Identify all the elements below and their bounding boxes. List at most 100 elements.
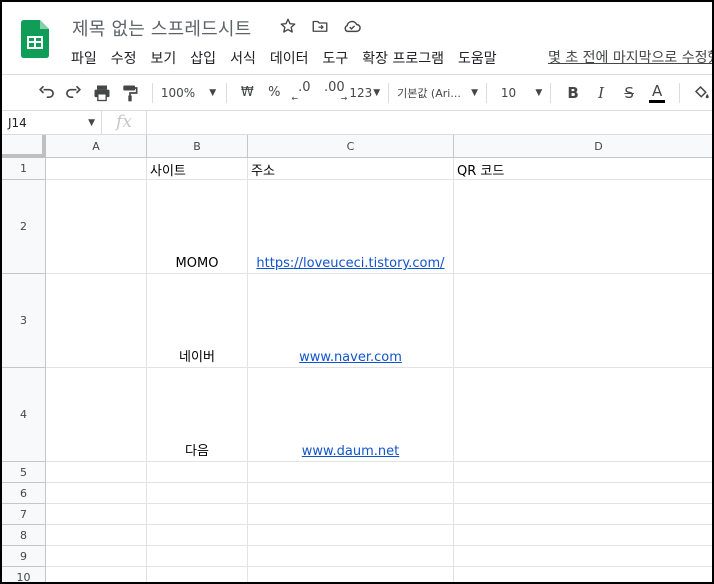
menu-data[interactable]: 데이터: [263, 46, 316, 70]
cell-c10[interactable]: [248, 567, 454, 582]
cell-d2[interactable]: [454, 180, 712, 274]
menu-insert[interactable]: 삽입: [183, 46, 223, 70]
cell-d5[interactable]: [454, 462, 712, 483]
star-icon[interactable]: [278, 16, 298, 36]
row-header-9[interactable]: 9: [2, 546, 46, 567]
name-box[interactable]: J14 ▼: [2, 111, 102, 134]
currency-format-button[interactable]: ₩: [235, 79, 259, 107]
row-header-4[interactable]: 4: [2, 368, 46, 462]
cell-b2[interactable]: MOMO: [147, 180, 248, 274]
row-header-2[interactable]: 2: [2, 180, 46, 274]
cell-a6[interactable]: [46, 483, 147, 504]
percent-format-button[interactable]: %: [259, 79, 289, 107]
select-all-corner[interactable]: [2, 135, 46, 158]
cell-c8[interactable]: [248, 525, 454, 546]
cell-c4[interactable]: www.daum.net: [248, 368, 454, 462]
zoom-select[interactable]: 100% ▼: [161, 79, 219, 107]
cell-c5[interactable]: [248, 462, 454, 483]
row-header-1[interactable]: 1: [2, 158, 46, 180]
column-header-d[interactable]: D: [454, 135, 712, 158]
cell-d1[interactable]: QR 코드: [454, 158, 712, 180]
more-formats-select[interactable]: 123 ▼: [349, 79, 380, 107]
last-edit-link[interactable]: 몇 초 전에 마지막으로 수정했습니다: [548, 47, 712, 67]
cell-d3[interactable]: [454, 274, 712, 368]
toolbar-divider: [226, 82, 228, 103]
arrow-left-icon: ←: [291, 93, 299, 103]
font-family-select[interactable]: 기본값 (Ari... ▼: [397, 79, 478, 107]
cloud-saved-icon[interactable]: [342, 16, 362, 36]
cell-b4[interactable]: 다음: [147, 368, 248, 462]
cell-b9[interactable]: [147, 546, 248, 567]
cell-d10[interactable]: [454, 567, 712, 582]
italic-button[interactable]: I: [587, 79, 615, 107]
cell-c3[interactable]: www.naver.com: [248, 274, 454, 368]
row-header-7[interactable]: 7: [2, 504, 46, 525]
fill-color-icon[interactable]: [688, 79, 712, 107]
more-formats-label: 123: [349, 85, 373, 100]
font-size-select[interactable]: 10 ▼: [495, 79, 542, 107]
cell-a1[interactable]: [46, 158, 147, 180]
sheets-logo-icon[interactable]: [21, 20, 49, 58]
row-header-3[interactable]: 3: [2, 274, 46, 368]
paint-format-icon[interactable]: [116, 79, 144, 107]
menu-edit[interactable]: 수정: [104, 46, 144, 70]
move-to-folder-icon[interactable]: [310, 16, 330, 36]
row-header-5[interactable]: 5: [2, 462, 46, 483]
cell-a3[interactable]: [46, 274, 147, 368]
cell-c7[interactable]: [248, 504, 454, 525]
column-header-b[interactable]: B: [147, 135, 248, 158]
cell-d6[interactable]: [454, 483, 712, 504]
formula-input[interactable]: [147, 111, 712, 134]
bold-button[interactable]: B: [559, 79, 587, 107]
toolbar-divider: [679, 82, 681, 103]
document-title[interactable]: 제목 없는 스프레드시트: [72, 15, 251, 41]
cell-c1[interactable]: 주소: [248, 158, 454, 180]
cell-b5[interactable]: [147, 462, 248, 483]
column-header-c[interactable]: C: [248, 135, 454, 158]
site-url-link[interactable]: www.daum.net: [302, 444, 399, 459]
cell-b6[interactable]: [147, 483, 248, 504]
cell-c9[interactable]: [248, 546, 454, 567]
undo-icon[interactable]: [32, 79, 60, 107]
toolbar: 100% ▼ ₩ % .0 ← .00 → 123 ▼ 기본값 (Ari... …: [2, 74, 712, 110]
row-header-10[interactable]: 10: [2, 567, 46, 582]
cell-c6[interactable]: [248, 483, 454, 504]
strikethrough-button[interactable]: S: [615, 79, 643, 107]
decrease-decimal-button[interactable]: .0 ←: [289, 79, 319, 107]
cell-b3[interactable]: 네이버: [147, 274, 248, 368]
text-color-button[interactable]: A: [643, 79, 671, 107]
menu-file[interactable]: 파일: [64, 46, 104, 70]
cell-a10[interactable]: [46, 567, 147, 582]
site-name: MOMO: [175, 256, 219, 271]
cell-a9[interactable]: [46, 546, 147, 567]
cell-b1[interactable]: 사이트: [147, 158, 248, 180]
column-header-a[interactable]: A: [46, 135, 147, 158]
row-header-6[interactable]: 6: [2, 483, 46, 504]
cell-d7[interactable]: [454, 504, 712, 525]
row-header-8[interactable]: 8: [2, 525, 46, 546]
redo-icon[interactable]: [60, 79, 88, 107]
menu-view[interactable]: 보기: [144, 46, 184, 70]
header-site-label: 사이트: [150, 164, 186, 179]
menu-extensions[interactable]: 확장 프로그램: [355, 46, 451, 70]
menu-format[interactable]: 서식: [223, 46, 263, 70]
cell-d4[interactable]: [454, 368, 712, 462]
increase-decimal-label: .00: [324, 79, 345, 95]
print-icon[interactable]: [88, 79, 116, 107]
cell-a5[interactable]: [46, 462, 147, 483]
cell-a7[interactable]: [46, 504, 147, 525]
site-url-link[interactable]: https://loveuceci.tistory.com/: [256, 256, 444, 271]
cell-a2[interactable]: [46, 180, 147, 274]
cell-d9[interactable]: [454, 546, 712, 567]
cell-a4[interactable]: [46, 368, 147, 462]
cell-b7[interactable]: [147, 504, 248, 525]
site-url-link[interactable]: www.naver.com: [299, 350, 402, 365]
cell-b8[interactable]: [147, 525, 248, 546]
menu-help[interactable]: 도움말: [451, 46, 504, 70]
cell-a8[interactable]: [46, 525, 147, 546]
cell-d8[interactable]: [454, 525, 712, 546]
cell-c2[interactable]: https://loveuceci.tistory.com/: [248, 180, 454, 274]
menu-tools[interactable]: 도구: [315, 46, 355, 70]
cell-b10[interactable]: [147, 567, 248, 582]
increase-decimal-button[interactable]: .00 →: [319, 79, 349, 107]
